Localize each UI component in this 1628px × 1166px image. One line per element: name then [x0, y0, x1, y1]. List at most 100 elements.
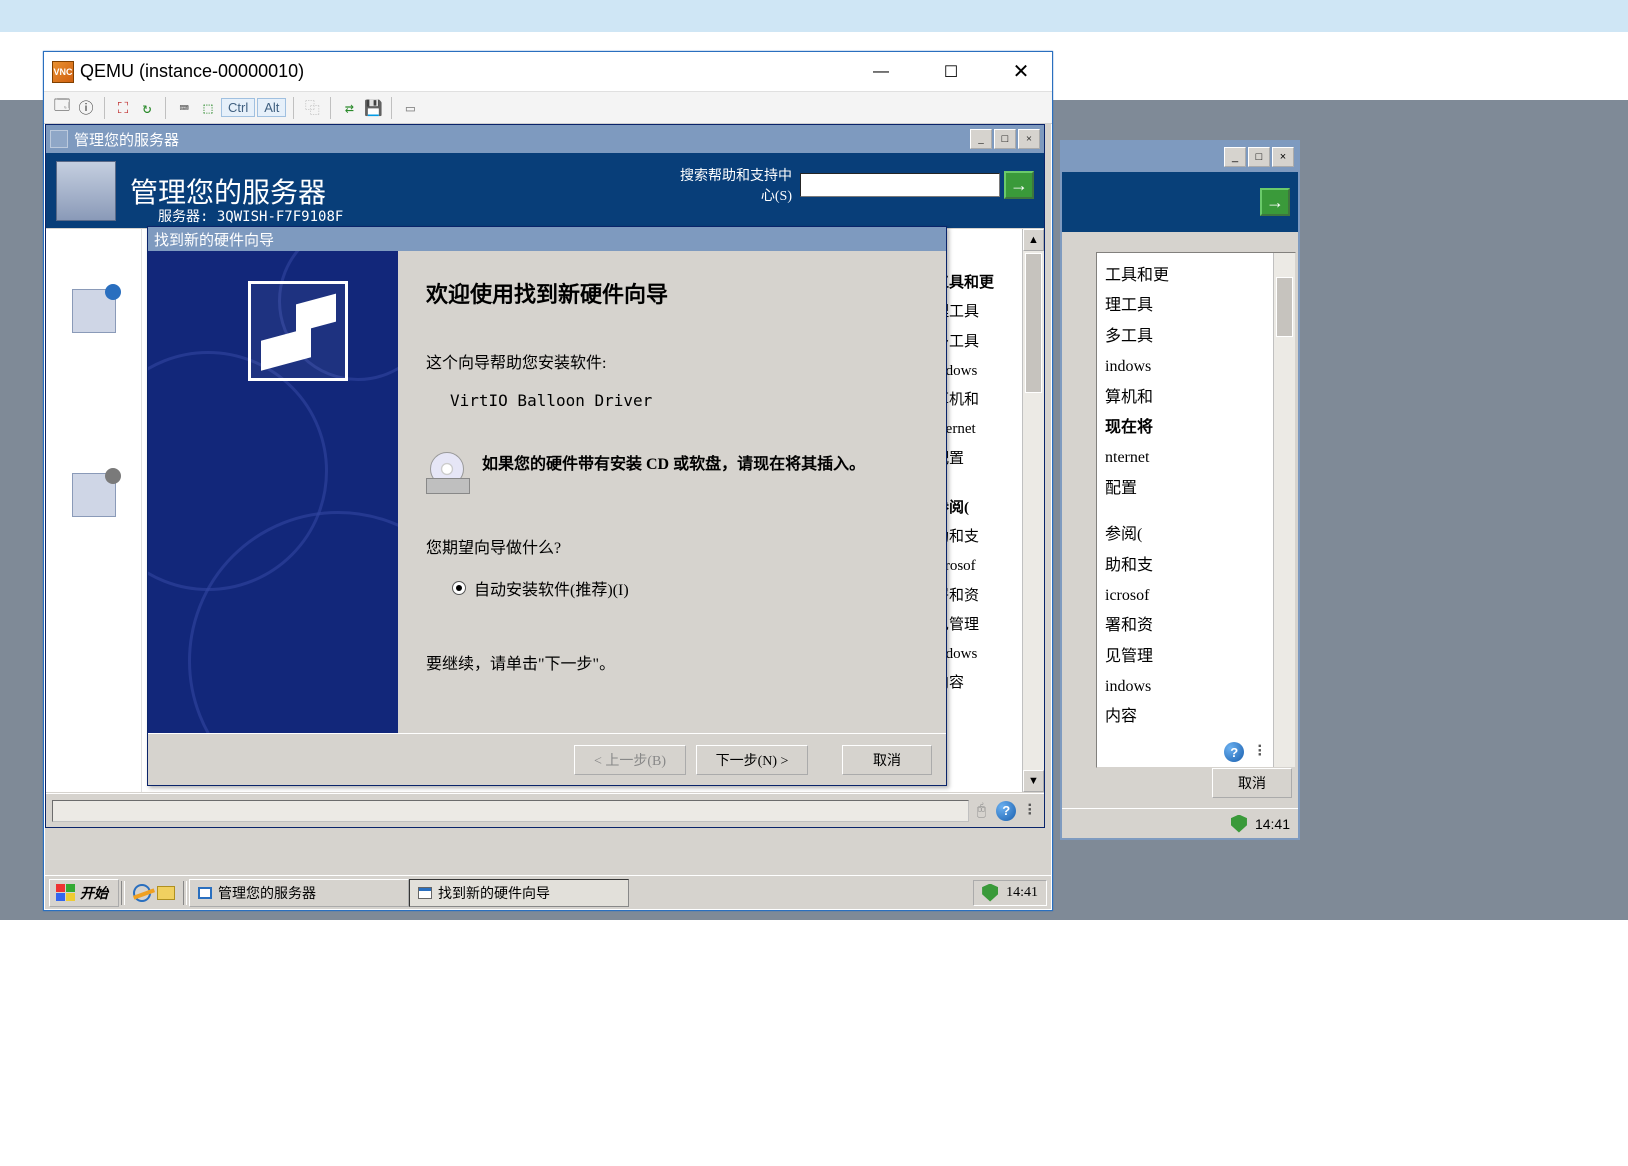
horizontal-scrollbar[interactable]: [52, 800, 969, 822]
vertical-scrollbar[interactable]: ▲ ▼: [1022, 229, 1044, 792]
bg-hint: 现在将: [1105, 413, 1267, 443]
link[interactable]: 内容: [934, 669, 1022, 698]
bg-link[interactable]: indows: [1105, 672, 1267, 702]
vertical-scrollbar[interactable]: [1273, 253, 1295, 767]
ctrl-key[interactable]: Ctrl: [221, 98, 255, 117]
vnc-toolbar: 🗔 ⓘ ⛶ ↻ ⌨ ⬚ Ctrl Alt ⿻ ⇄ 💾 ▭: [44, 92, 1052, 124]
transfer-icon[interactable]: ⇄: [337, 97, 361, 119]
refresh-icon[interactable]: ↻: [135, 97, 159, 119]
link[interactable]: 多工具: [934, 328, 1022, 357]
server-icon: [56, 161, 116, 221]
ctrl-alt-del-icon[interactable]: ⌨: [172, 97, 196, 119]
maximize-button[interactable]: ☐: [928, 57, 974, 87]
qemu-title: QEMU (instance-00000010): [80, 61, 858, 82]
search-input[interactable]: [800, 173, 1000, 197]
radio-selected-icon: [452, 581, 466, 595]
bg-link[interactable]: 助和支: [1105, 551, 1267, 581]
bg-cancel-button[interactable]: 取消: [1212, 768, 1292, 798]
page-title: 管理您的服务器: [130, 171, 326, 211]
bg-link[interactable]: 内容: [1105, 702, 1267, 732]
link[interactable]: 配置: [934, 445, 1022, 474]
taskbar-item-hardware-wizard[interactable]: 找到新的硬件向导: [409, 879, 629, 907]
add-role-icon[interactable]: [72, 289, 116, 333]
start-button[interactable]: 开始: [49, 879, 119, 907]
bg-link[interactable]: 算机和: [1105, 383, 1267, 413]
link[interactable]: nternet: [934, 415, 1022, 444]
link[interactable]: icrosof: [934, 552, 1022, 581]
close-button[interactable]: ×: [1272, 147, 1294, 167]
info-icon[interactable]: ⓘ: [74, 97, 98, 119]
wizard-welcome: 欢迎使用找到新硬件向导: [426, 277, 918, 309]
link[interactable]: 助和支: [934, 523, 1022, 552]
bg-link[interactable]: indows: [1105, 352, 1267, 382]
hardware-icon: [248, 281, 348, 381]
wizard-cd-message: 如果您的硬件带有安装 CD 或软盘，请现在将其插入。: [482, 450, 865, 474]
bg-link[interactable]: nternet: [1105, 443, 1267, 473]
windows-logo-icon: [56, 884, 76, 902]
bg-section-header: 参阅(: [1105, 520, 1267, 550]
wizard-sidebar: [148, 251, 398, 733]
server-manager-header: 管理您的服务器 服务器: 3QWISH-F7F9108F 搜索帮助和支持中心(S…: [46, 153, 1044, 228]
wizard-back-button: < 上一步(B): [574, 745, 686, 775]
wizard-titlebar[interactable]: 找到新的硬件向导: [148, 227, 946, 251]
minimize-button[interactable]: _: [970, 129, 992, 149]
link[interactable]: 理工具: [934, 298, 1022, 327]
maximize-button[interactable]: □: [994, 129, 1016, 149]
new-connection-icon[interactable]: 🗔: [50, 97, 74, 119]
bg-link[interactable]: 多工具: [1105, 322, 1267, 352]
explorer-icon[interactable]: [157, 886, 175, 900]
alt-key[interactable]: Alt: [257, 98, 286, 117]
bg-link[interactable]: icrosof: [1105, 581, 1267, 611]
wizard-content: 欢迎使用找到新硬件向导 这个向导帮助您安装软件: VirtIO Balloon …: [398, 251, 946, 733]
fullscreen-icon[interactable]: ⛶: [111, 97, 135, 119]
qemu-titlebar[interactable]: VNC QEMU (instance-00000010) — ☐ ✕: [44, 52, 1052, 92]
system-tray: 14:41: [973, 880, 1047, 906]
close-button[interactable]: ✕: [998, 57, 1044, 87]
browser-tab-area: [0, 0, 1628, 32]
go-button[interactable]: →: [1260, 188, 1290, 216]
window-icon: [198, 887, 212, 899]
maximize-button[interactable]: □: [1248, 147, 1270, 167]
wizard-next-button[interactable]: 下一步(N) >: [696, 745, 808, 775]
taskbar-item-server-manager[interactable]: 管理您的服务器: [189, 879, 409, 907]
section-header: 参阅(: [934, 494, 1022, 523]
clock: 14:41: [1006, 885, 1038, 901]
configure-icon[interactable]: [72, 473, 116, 517]
server-name-label: 服务器: 3QWISH-F7F9108F: [158, 206, 343, 226]
ie-icon[interactable]: [133, 884, 151, 902]
link[interactable]: 见管理: [934, 611, 1022, 640]
server-manager-titlebar[interactable]: 管理您的服务器 _ □ ×: [46, 125, 1044, 153]
save-icon[interactable]: 💾: [361, 97, 385, 119]
help-icon[interactable]: ?: [1224, 742, 1244, 762]
minimize-button[interactable]: —: [858, 57, 904, 87]
close-button[interactable]: ×: [1018, 129, 1040, 149]
bg-link[interactable]: 配置: [1105, 474, 1267, 504]
bg-link[interactable]: 见管理: [1105, 642, 1267, 672]
wizard-radio-auto[interactable]: 自动安装软件(推荐)(I): [452, 576, 918, 600]
copy-icon[interactable]: ⿻: [300, 97, 324, 119]
help-icon[interactable]: ?: [996, 801, 1016, 821]
minimize-button[interactable]: _: [1224, 147, 1246, 167]
search-go-button[interactable]: →: [1004, 171, 1034, 199]
radio-label: 自动安装软件(推荐)(I): [474, 576, 629, 600]
qemu-vnc-window: VNC QEMU (instance-00000010) — ☐ ✕ 🗔 ⓘ ⛶…: [43, 51, 1053, 911]
link[interactable]: 署和资: [934, 582, 1022, 611]
bg-statusbar: 14:41: [1062, 808, 1298, 838]
link[interactable]: indows: [934, 640, 1022, 669]
wizard-question: 您期望向导做什么?: [426, 534, 918, 558]
bg-content-panel: 工具和更 理工具 多工具 indows 算机和 现在将 nternet 配置 参…: [1096, 252, 1296, 768]
wizard-cancel-button[interactable]: 取消: [842, 745, 932, 775]
bg-link[interactable]: 理工具: [1105, 291, 1267, 321]
window-icon: [50, 130, 68, 148]
send-keys-icon[interactable]: ⬚: [196, 97, 220, 119]
bg-clock: 14:41: [1255, 816, 1290, 832]
bg-link[interactable]: 署和资: [1105, 611, 1267, 641]
scale-icon[interactable]: ▭: [398, 97, 422, 119]
guest-desktop: 管理您的服务器 _ □ × 管理您的服务器 服务器: 3QWISH-F7F910…: [45, 124, 1051, 909]
bg-titlebar: _ □ ×: [1062, 142, 1298, 172]
link[interactable]: 算机和: [934, 386, 1022, 415]
link[interactable]: indows: [934, 357, 1022, 386]
security-shield-icon[interactable]: [982, 884, 998, 902]
wizard-footer: < 上一步(B) 下一步(N) > 取消: [148, 733, 946, 785]
wizard-continue-hint: 要继续，请单击"下一步"。: [426, 650, 918, 674]
